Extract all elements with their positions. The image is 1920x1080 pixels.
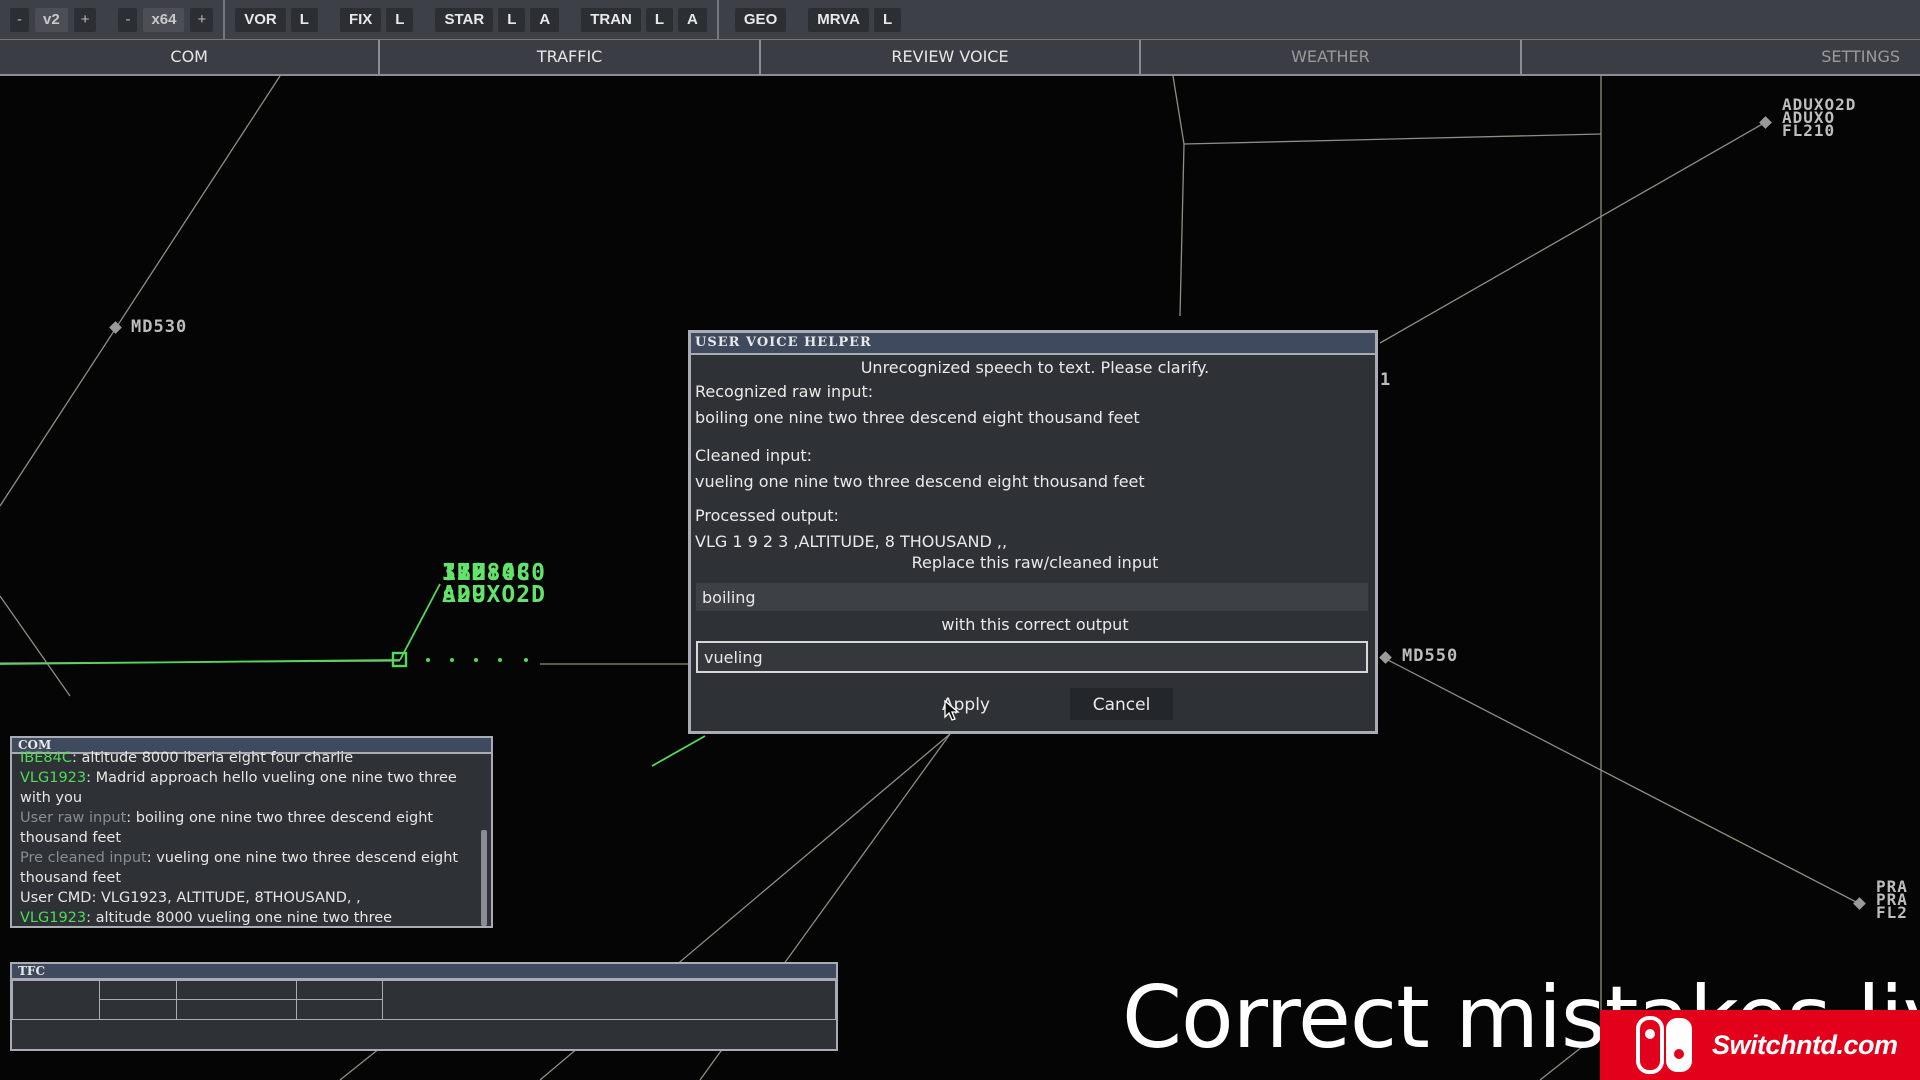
tran-labels-button[interactable]: L: [645, 7, 674, 32]
tab-review-voice[interactable]: REVIEW VOICE: [761, 40, 1142, 74]
fix-button[interactable]: FIX: [339, 7, 382, 32]
message-sender: VLG1923: [20, 770, 87, 786]
star-labels-button[interactable]: L: [498, 7, 526, 32]
fix-md530-label: MD530: [131, 317, 188, 337]
tran-button[interactable]: TRAN: [581, 7, 641, 32]
fix-labels-button[interactable]: L: [386, 7, 414, 32]
table-cell: [296, 999, 383, 1020]
tfc-panel-title: TFC: [12, 964, 836, 980]
switch-logo-icon: [1636, 1016, 1694, 1074]
tag-speed: I29 s29: [442, 560, 487, 608]
star-button[interactable]: STAR: [435, 7, 494, 32]
com-message: VLG1923: Madrid approach hello vueling o…: [20, 768, 471, 808]
top-toolbar: - v2 + - x64 + VOR L FIX L STAR L A TRAN…: [0, 0, 1920, 40]
map-group: GEO MRVA L: [719, 0, 911, 40]
fix-aduxo-level-label: FL210: [1782, 121, 1836, 140]
fix-md550-label: MD550: [1402, 646, 1459, 666]
mouse-cursor-icon: [944, 700, 960, 721]
table-cell: [296, 980, 383, 1000]
apply-button[interactable]: Apply: [921, 688, 1011, 720]
replace-input[interactable]: [696, 583, 1368, 611]
cleaned-input-label: Cleaned input:: [695, 446, 813, 465]
cleaned-input-text: vueling one nine two three descend eight…: [695, 472, 1145, 491]
with-label: with this correct output: [941, 615, 1129, 634]
message-sender: IBE84C: [20, 750, 72, 766]
table-cell: [99, 999, 177, 1020]
range-value: x64: [143, 7, 185, 32]
raw-input-text: boiling one nine two three descend eight…: [695, 408, 1140, 427]
correct-output-input[interactable]: [696, 641, 1368, 673]
table-cell: [12, 980, 100, 1020]
message-sender: Pre cleaned input: [20, 850, 147, 866]
star-altitude-button[interactable]: A: [530, 7, 560, 32]
com-message: Pre cleaned input: vueling one nine two …: [20, 848, 471, 888]
tab-com[interactable]: COM: [0, 40, 381, 74]
geo-button[interactable]: GEO: [734, 7, 787, 32]
message-text: : VLG1923, ALTITUDE, 8THOUSAND, ,: [91, 890, 361, 906]
tfc-table: [12, 980, 836, 1049]
raw-input-label: Recognized raw input:: [695, 382, 874, 401]
message-sender: User CMD: [20, 890, 92, 906]
message-text: : altitude 8000 vueling one nine two thr…: [86, 910, 393, 926]
cancel-button[interactable]: Cancel: [1070, 688, 1173, 720]
dialog-title: USER VOICE HELPER: [691, 333, 1375, 355]
tab-weather[interactable]: WEATHER: [1141, 40, 1522, 74]
mrva-button[interactable]: MRVA: [808, 7, 870, 32]
dialog-buttons: Apply Cancel: [691, 688, 1375, 720]
dialog-message: Unrecognized speech to text. Please clar…: [860, 358, 1210, 377]
message-sender: User raw input: [20, 810, 127, 826]
fix-partial-label: 1: [1380, 370, 1392, 390]
tab-settings[interactable]: SETTINGS: [1522, 40, 1920, 74]
mrva-labels-button[interactable]: L: [874, 7, 902, 32]
com-message: VLG1923: altitude 8000 vueling one nine …: [20, 908, 471, 926]
watermark-text: Switchntd.com: [1712, 1029, 1898, 1060]
table-cell: [176, 980, 297, 1000]
com-scrollbar[interactable]: [481, 830, 487, 926]
com-panel: COM IBE84C: altitude 8000 iberia eight f…: [10, 736, 493, 928]
com-message: User raw input: boiling one nine two thr…: [20, 808, 471, 848]
vor-button[interactable]: VOR: [235, 7, 286, 32]
com-message-list[interactable]: IBE84C: altitude 8000 iberia eight four …: [12, 748, 491, 926]
table-cell: [382, 980, 836, 1020]
vor-labels-button[interactable]: L: [290, 7, 318, 32]
tab-traffic[interactable]: TRAFFIC: [380, 40, 761, 74]
main-tabs: COM TRAFFIC REVIEW VOICE WEATHER SETTING…: [0, 40, 1920, 76]
table-cell: [99, 980, 177, 1000]
zoom-group: - v2 + - x64 +: [0, 0, 223, 40]
watermark-logo: Switchntd.com: [1600, 1010, 1920, 1080]
user-voice-helper-dialog: USER VOICE HELPER Unrecognized speech to…: [688, 330, 1378, 734]
replace-label: Replace this raw/cleaned input: [911, 553, 1159, 572]
tran-altitude-button[interactable]: A: [678, 7, 707, 32]
zoom-in-button[interactable]: +: [73, 7, 97, 32]
tfc-panel: TFC: [10, 962, 838, 1051]
range-down-button[interactable]: -: [118, 7, 138, 32]
message-text: : altitude 8000 iberia eight four charli…: [71, 750, 354, 766]
zoom-value: v2: [35, 7, 68, 32]
com-message: IBE84C: altitude 8000 iberia eight four …: [20, 748, 471, 768]
zoom-out-button[interactable]: -: [10, 7, 29, 32]
message-text: : Madrid approach hello vueling one nine…: [20, 770, 457, 806]
layer-group: VOR L FIX L STAR L A TRAN L A: [225, 0, 717, 40]
com-message: User CMD: VLG1923, ALTITUDE, 8THOUSAND, …: [20, 888, 471, 908]
range-up-button[interactable]: +: [190, 7, 214, 32]
processed-output-label: Processed output:: [695, 506, 839, 525]
message-sender: VLG1923: [20, 910, 87, 926]
table-cell: [176, 999, 297, 1020]
fix-pra-level-label: FL2: [1876, 903, 1908, 922]
